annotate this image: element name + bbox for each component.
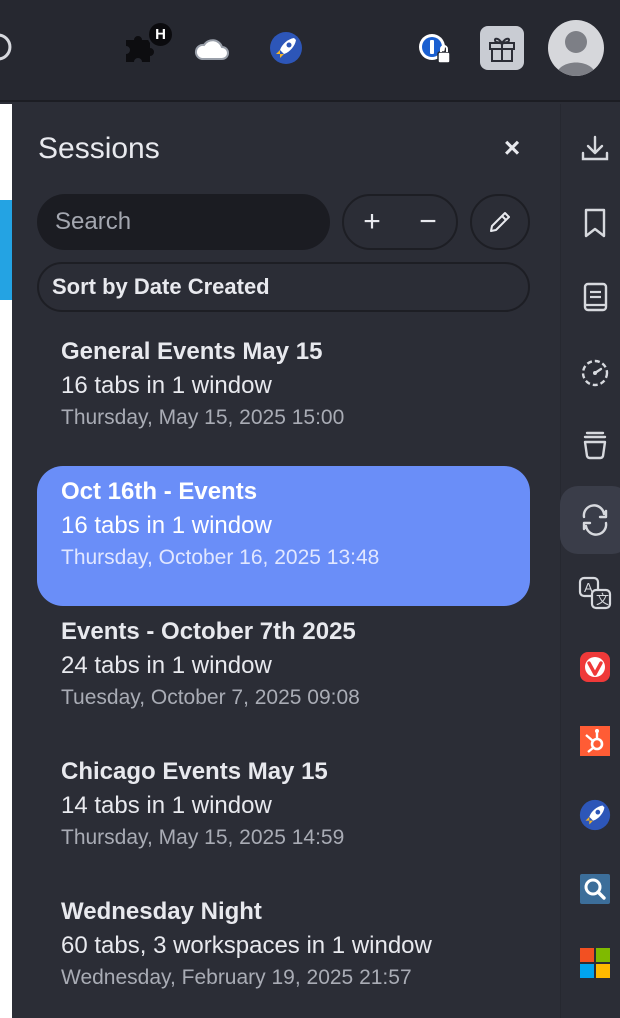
cloud-icon[interactable] bbox=[194, 33, 230, 63]
extension-badge: H bbox=[147, 21, 174, 48]
session-name: Oct 16th - Events bbox=[61, 478, 258, 505]
session-date: Thursday, May 15, 2025 15:00 bbox=[61, 406, 345, 429]
search-input[interactable] bbox=[37, 194, 330, 250]
edit-session-button[interactable] bbox=[470, 194, 530, 250]
session-name: Chicago Events May 15 bbox=[61, 758, 328, 785]
hubspot-icon[interactable] bbox=[568, 714, 620, 768]
add-session-button[interactable]: + bbox=[344, 196, 400, 248]
session-item[interactable]: General Events May 15 16 tabs in 1 windo… bbox=[37, 326, 530, 466]
session-tab-count: 24 tabs in 1 window bbox=[61, 652, 272, 679]
translate-icon[interactable]: A文 bbox=[568, 566, 620, 620]
session-tab-count: 16 tabs in 1 window bbox=[61, 512, 272, 539]
search-icon[interactable] bbox=[568, 862, 620, 916]
session-tab-count: 60 tabs, 3 workspaces in 1 window bbox=[61, 932, 432, 959]
session-date: Thursday, October 16, 2025 13:48 bbox=[61, 546, 380, 569]
sessions-icon[interactable] bbox=[560, 486, 620, 554]
session-tab-count: 16 tabs in 1 window bbox=[61, 372, 272, 399]
sort-dropdown[interactable]: Sort by Date Created bbox=[37, 262, 530, 312]
password-manager-icon[interactable] bbox=[416, 30, 452, 66]
rocket-icon[interactable] bbox=[268, 30, 304, 66]
session-item[interactable]: Wednesday Night 60 tabs, 3 workspaces in… bbox=[37, 886, 530, 1018]
microsoft-icon[interactable] bbox=[568, 936, 620, 990]
session-name: Events - October 7th 2025 bbox=[61, 618, 356, 645]
session-item[interactable]: Events - October 7th 2025 24 tabs in 1 w… bbox=[37, 606, 530, 746]
downloads-icon[interactable] bbox=[568, 122, 620, 176]
svg-text:文: 文 bbox=[596, 592, 609, 607]
browser-toolbar: H bbox=[0, 0, 620, 102]
history-icon[interactable] bbox=[568, 346, 620, 400]
reading-list-icon[interactable] bbox=[568, 270, 620, 324]
session-tab-count: 14 tabs in 1 window bbox=[61, 792, 272, 819]
close-button[interactable]: × bbox=[498, 132, 526, 163]
session-item-selected[interactable]: Oct 16th - Events 16 tabs in 1 window Th… bbox=[37, 466, 530, 606]
pencil-icon bbox=[490, 212, 510, 232]
avatar[interactable] bbox=[548, 20, 604, 76]
session-date: Thursday, May 15, 2025 14:59 bbox=[61, 826, 345, 849]
add-remove-group: + − bbox=[342, 194, 458, 250]
bookmarks-icon[interactable] bbox=[568, 196, 620, 250]
web-page-accent bbox=[0, 200, 12, 300]
gift-icon[interactable] bbox=[480, 26, 524, 70]
notes-icon[interactable] bbox=[568, 418, 620, 472]
session-name: General Events May 15 bbox=[61, 338, 323, 365]
session-item[interactable]: Chicago Events May 15 14 tabs in 1 windo… bbox=[37, 746, 530, 886]
sidebar-divider bbox=[560, 104, 561, 1018]
rocket-icon[interactable] bbox=[568, 788, 620, 842]
remove-session-button[interactable]: − bbox=[400, 196, 456, 248]
session-name: Wednesday Night bbox=[61, 898, 262, 925]
session-date: Wednesday, February 19, 2025 21:57 bbox=[61, 966, 412, 989]
panel-title: Sessions bbox=[38, 132, 160, 165]
vivaldi-icon[interactable] bbox=[568, 640, 620, 694]
session-date: Tuesday, October 7, 2025 09:08 bbox=[61, 686, 360, 709]
reload-icon[interactable] bbox=[0, 30, 16, 64]
